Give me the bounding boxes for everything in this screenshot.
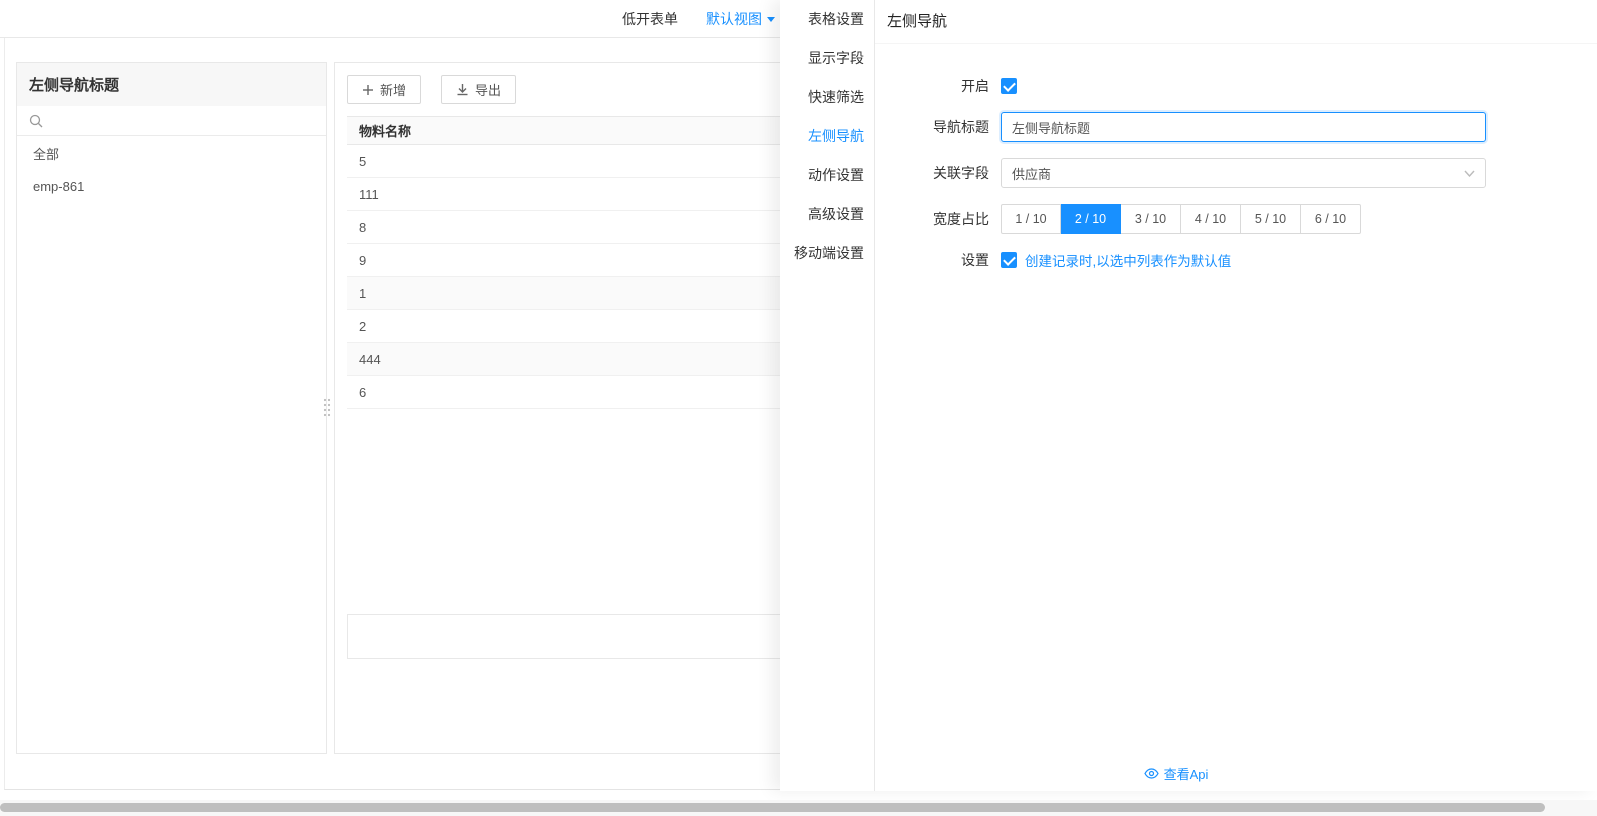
enable-checkbox[interactable] <box>1001 78 1017 94</box>
drawer-content: 左侧导航 开启 导航标题 关联字段 供应商 宽度占比 <box>875 0 1597 791</box>
width-option-1-10[interactable]: 1 / 10 <box>1001 204 1061 234</box>
nav-item-all[interactable]: 全部 <box>17 136 326 171</box>
related-field-select[interactable]: 供应商 <box>1001 158 1486 188</box>
view-api-label: 查看Api <box>1163 767 1209 782</box>
width-option-6-10[interactable]: 6 / 10 <box>1301 204 1361 234</box>
nav-title-label: 导航标题 <box>933 119 989 135</box>
add-button-label: 新增 <box>380 83 407 98</box>
menu-item-table-settings[interactable]: 表格设置 <box>780 0 874 39</box>
tab-default-view-label: 默认视图 <box>706 10 762 27</box>
export-button[interactable]: 导出 <box>441 75 517 104</box>
drawer-title: 左侧导航 <box>875 0 1597 44</box>
form-row-related-field: 关联字段 供应商 <box>875 158 1597 188</box>
search-icon <box>29 114 43 127</box>
caret-down-icon <box>767 16 775 22</box>
width-option-4-10[interactable]: 4 / 10 <box>1181 204 1241 234</box>
tab-form[interactable]: 低开表单 <box>622 9 678 29</box>
eye-icon <box>1143 768 1159 779</box>
related-field-label: 关联字段 <box>933 165 989 181</box>
width-option-5-10[interactable]: 5 / 10 <box>1241 204 1301 234</box>
add-button[interactable]: 新增 <box>347 75 422 104</box>
panel-resize-handle[interactable] <box>322 396 332 420</box>
left-nav-panel: 左侧导航标题 全部 emp-861 <box>16 62 327 754</box>
chevron-down-icon <box>1464 170 1475 177</box>
nav-title-input[interactable] <box>1001 112 1486 142</box>
left-nav-title: 左侧导航标题 <box>17 63 326 106</box>
settings-option-label[interactable]: 创建记录时,以选中列表作为默认值 <box>1025 250 1231 270</box>
horizontal-scrollbar <box>0 800 1597 816</box>
menu-item-quick-filter[interactable]: 快速筛选 <box>780 78 874 117</box>
nav-item-emp[interactable]: emp-861 <box>17 171 326 202</box>
settings-drawer: 表格设置 显示字段 快速筛选 左侧导航 动作设置 高级设置 移动端设置 左侧导航… <box>780 0 1597 791</box>
menu-item-advanced-settings[interactable]: 高级设置 <box>780 195 874 234</box>
form-row-nav-title: 导航标题 <box>875 112 1597 142</box>
settings-label: 设置 <box>961 252 989 268</box>
tab-default-view[interactable]: 默认视图 <box>706 9 776 29</box>
settings-option: 创建记录时,以选中列表作为默认值 <box>1001 250 1231 270</box>
left-nav-form: 开启 导航标题 关联字段 供应商 宽度占比 1 / 10 <box>875 44 1597 270</box>
menu-item-action-settings[interactable]: 动作设置 <box>780 156 874 195</box>
enable-label: 开启 <box>961 78 989 94</box>
view-api-link[interactable]: 查看Api <box>875 764 1477 783</box>
form-row-width-ratio: 宽度占比 1 / 10 2 / 10 3 / 10 4 / 10 5 / 10 … <box>875 204 1597 234</box>
menu-item-mobile-settings[interactable]: 移动端设置 <box>780 234 874 273</box>
related-field-value: 供应商 <box>1012 166 1052 182</box>
width-option-2-10[interactable]: 2 / 10 <box>1061 204 1121 234</box>
plus-icon <box>363 84 373 95</box>
width-option-3-10[interactable]: 3 / 10 <box>1121 204 1181 234</box>
settings-checkbox[interactable] <box>1001 252 1017 268</box>
tab-form-label: 低开表单 <box>622 10 678 27</box>
menu-item-display-fields[interactable]: 显示字段 <box>780 39 874 78</box>
menu-item-left-nav[interactable]: 左侧导航 <box>780 117 874 156</box>
drag-dots-icon <box>323 398 331 417</box>
export-button-label: 导出 <box>475 83 502 98</box>
width-ratio-label: 宽度占比 <box>933 211 989 227</box>
download-icon <box>457 84 468 96</box>
form-row-enable: 开启 <box>875 76 1597 96</box>
view-tabs: 低开表单 默认视图 <box>622 9 776 29</box>
form-row-settings: 设置 创建记录时,以选中列表作为默认值 <box>875 250 1597 270</box>
drawer-menu: 表格设置 显示字段 快速筛选 左侧导航 动作设置 高级设置 移动端设置 <box>780 0 875 791</box>
width-ratio-group: 1 / 10 2 / 10 3 / 10 4 / 10 5 / 10 6 / 1… <box>1001 204 1361 234</box>
horizontal-scrollbar-thumb[interactable] <box>0 803 1545 812</box>
left-nav-search <box>17 106 326 136</box>
search-input[interactable] <box>49 113 314 128</box>
